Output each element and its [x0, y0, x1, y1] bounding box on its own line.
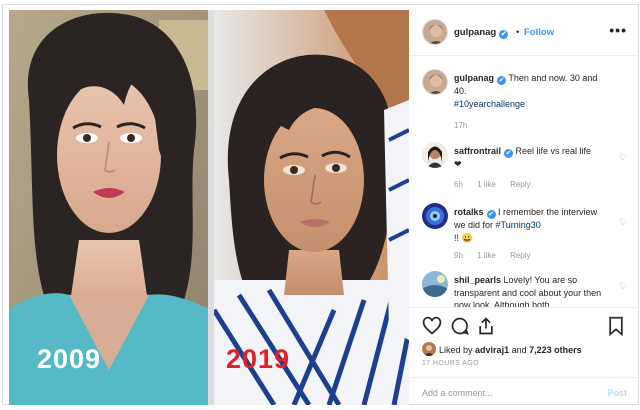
commenter-username[interactable]: rotalks — [454, 207, 484, 217]
comment-meta: 6h 1 like Reply — [454, 180, 543, 189]
heart-icon[interactable] — [422, 316, 442, 336]
commenter-username[interactable]: shil_pearls — [454, 275, 501, 285]
author-avatar[interactable] — [422, 19, 448, 45]
verified-badge-icon: ✔ — [497, 76, 506, 85]
liked-by-summary[interactable]: Liked by adviraj1 and 7,223 others — [422, 342, 582, 356]
commenter-username[interactable]: saffrontrail — [454, 146, 501, 156]
caption-text: gulpanag ✔ Then and now. 30 and 40. #10ye… — [454, 72, 604, 110]
comment-likes[interactable]: 1 like — [477, 180, 496, 189]
post-header: gulpanag ✔ • Follow ••• — [410, 10, 637, 56]
bookmark-icon[interactable] — [606, 316, 626, 336]
verified-badge-icon: ✔ — [486, 210, 496, 219]
heart-emoji: ❤ — [454, 159, 462, 169]
comment-time[interactable]: 6h — [454, 180, 463, 189]
hashtag-link[interactable]: #Turning30 — [496, 220, 541, 230]
comment-time[interactable]: 9h — [454, 251, 463, 260]
year-label-then: 2009 — [37, 344, 102, 374]
liker-username[interactable]: adviraj1 — [475, 345, 509, 355]
follow-button[interactable]: Follow — [524, 27, 554, 38]
photo-then: 2009 — [9, 10, 208, 405]
year-label-now: 2019 — [226, 344, 291, 374]
post-comment-button[interactable]: Post — [607, 388, 627, 398]
verified-badge-icon: ✔ — [504, 149, 514, 158]
comment-like-heart-icon[interactable]: ♡ — [619, 281, 627, 292]
caption-avatar[interactable] — [422, 69, 448, 95]
more-options-icon[interactable]: ••• — [609, 22, 627, 38]
liker-avatar — [422, 342, 436, 356]
photo-now: 2019 — [214, 10, 409, 405]
commenter-avatar[interactable] — [422, 271, 448, 297]
separator-dot: • — [516, 27, 520, 37]
caption-meta: 17h — [454, 121, 479, 130]
comment-text: rotalks ✔ I remember the interview we did… — [454, 207, 598, 243]
comment-like-heart-icon[interactable]: ♡ — [619, 217, 627, 228]
commenter-avatar[interactable] — [422, 142, 448, 168]
instagram-post-window: 2009 2019 gulpanag ✔ • Follow ••• gulpan… — [2, 4, 639, 405]
comment-like-heart-icon[interactable]: ♡ — [619, 152, 627, 163]
share-icon[interactable] — [476, 316, 496, 336]
verified-badge-icon: ✔ — [499, 30, 509, 39]
comments-list[interactable]: gulpanag ✔ Then and now. 30 and 40. #10ye… — [410, 57, 637, 307]
comment-meta: 9h 1 like Reply — [454, 251, 543, 260]
post-photo[interactable]: 2009 2019 — [9, 10, 409, 405]
comment-icon[interactable] — [450, 316, 470, 336]
post-timestamp[interactable]: 17 HOURS AGO — [422, 360, 479, 367]
action-bar: Liked by adviraj1 and 7,223 others 17 HO… — [410, 307, 637, 377]
author-username[interactable]: gulpanag ✔ — [454, 27, 509, 39]
caption-time[interactable]: 17h — [454, 121, 467, 130]
add-comment-bar: Add a comment... Post — [410, 377, 637, 405]
reply-button[interactable]: Reply — [510, 251, 530, 260]
post-sidebar: gulpanag ✔ • Follow ••• gulpanag ✔ Then an… — [410, 10, 637, 405]
comment-text: shil_pearls Lovely! You are so transpare… — [454, 275, 602, 307]
commenter-avatar[interactable] — [422, 203, 448, 229]
hashtag-link[interactable]: #10yearchallenge — [454, 99, 525, 109]
likes-count[interactable]: 7,223 others — [529, 345, 582, 355]
comment-likes[interactable]: 1 like — [477, 251, 496, 260]
caption-username[interactable]: gulpanag — [454, 73, 494, 83]
reply-button[interactable]: Reply — [510, 180, 530, 189]
comment-text: saffrontrail ✔ Reel life vs real life ❤ — [454, 146, 592, 169]
add-comment-input[interactable]: Add a comment... — [422, 388, 493, 398]
